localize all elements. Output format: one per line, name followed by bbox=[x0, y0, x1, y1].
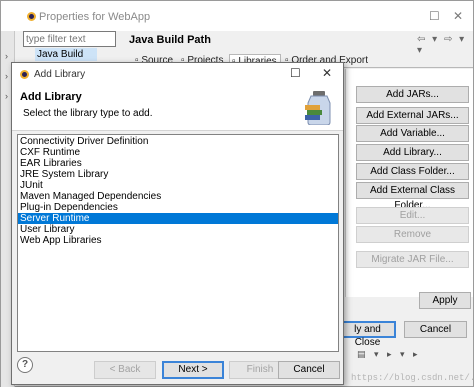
add-variable-button[interactable]: Add Variable... bbox=[356, 125, 469, 142]
maximize-icon[interactable]: ☐ bbox=[290, 66, 301, 80]
filter-input[interactable] bbox=[23, 31, 116, 47]
list-item[interactable]: EAR Libraries bbox=[18, 158, 338, 169]
remove-button[interactable]: Remove bbox=[356, 226, 469, 243]
expand-arrow-icon[interactable]: › bbox=[5, 91, 8, 101]
add-class-folder-button[interactable]: Add Class Folder... bbox=[356, 163, 469, 180]
library-jar-icon bbox=[305, 91, 331, 125]
properties-cancel-button[interactable]: Cancel bbox=[404, 321, 467, 338]
properties-window-title: Properties for WebApp bbox=[39, 11, 151, 23]
eclipse-app-icon bbox=[27, 12, 36, 21]
list-item-selected[interactable]: Server Runtime bbox=[18, 213, 338, 224]
apply-button[interactable]: Apply bbox=[419, 292, 471, 309]
dialog-subheading: Select the library type to add. bbox=[23, 108, 153, 119]
add-external-jars-button[interactable]: Add External JARs... bbox=[356, 107, 469, 124]
dialog-header: Add Library Select the library type to a… bbox=[12, 85, 343, 131]
list-item[interactable]: CXF Runtime bbox=[18, 147, 338, 158]
list-item[interactable]: Web App Libraries bbox=[18, 235, 338, 246]
add-library-button[interactable]: Add Library... bbox=[356, 144, 469, 161]
dialog-titlebar: Add Library ☐ ✕ bbox=[12, 63, 343, 85]
list-item[interactable]: Plug-in Dependencies bbox=[18, 202, 338, 213]
expand-arrow-icon[interactable]: › bbox=[5, 71, 8, 81]
expand-arrow-icon[interactable]: › bbox=[5, 51, 8, 61]
edit-button[interactable]: Edit... bbox=[356, 207, 469, 224]
library-type-list[interactable]: Connectivity Driver Definition CXF Runti… bbox=[17, 134, 339, 352]
add-external-class-folder-button[interactable]: Add External Class Folder... bbox=[356, 182, 469, 211]
navigation-arrows-icon[interactable]: ⇦ ▾ ⇨ ▾ ▾ bbox=[417, 34, 473, 56]
list-item[interactable]: Connectivity Driver Definition bbox=[18, 136, 338, 147]
next-button[interactable]: Next > bbox=[162, 361, 224, 379]
list-item[interactable]: JUnit bbox=[18, 180, 338, 191]
migrate-jar-button[interactable]: Migrate JAR File... bbox=[356, 251, 469, 268]
help-icon[interactable]: ? bbox=[17, 357, 33, 373]
add-library-dialog: Add Library ☐ ✕ Add Library Select the l… bbox=[11, 62, 344, 385]
dialog-heading: Add Library bbox=[20, 91, 82, 103]
properties-titlebar: Properties for WebApp ☐ ✕ bbox=[1, 1, 473, 31]
toolbar-mini-icons: ▤ ▾ ▸ ▾ ▸ bbox=[357, 349, 421, 359]
dialog-window-title: Add Library bbox=[34, 69, 86, 80]
eclipse-app-icon bbox=[20, 70, 29, 79]
list-item[interactable]: JRE System Library bbox=[18, 169, 338, 180]
close-icon[interactable]: ✕ bbox=[322, 66, 332, 80]
cancel-button[interactable]: Cancel bbox=[278, 361, 340, 379]
list-item[interactable]: User Library bbox=[18, 224, 338, 235]
add-jars-button[interactable]: Add JARs... bbox=[356, 86, 469, 103]
back-button[interactable]: < Back bbox=[94, 361, 156, 379]
list-item[interactable]: Maven Managed Dependencies bbox=[18, 191, 338, 202]
apply-and-close-button[interactable]: ly and Close bbox=[339, 321, 396, 348]
close-icon[interactable]: ✕ bbox=[453, 9, 463, 23]
watermark: https://blog.csdn.net/... bbox=[351, 373, 474, 383]
tree-item-java-build-path[interactable]: Java Build Path bbox=[35, 48, 97, 73]
maximize-icon[interactable]: ☐ bbox=[429, 9, 440, 23]
page-title: Java Build Path bbox=[129, 34, 211, 46]
